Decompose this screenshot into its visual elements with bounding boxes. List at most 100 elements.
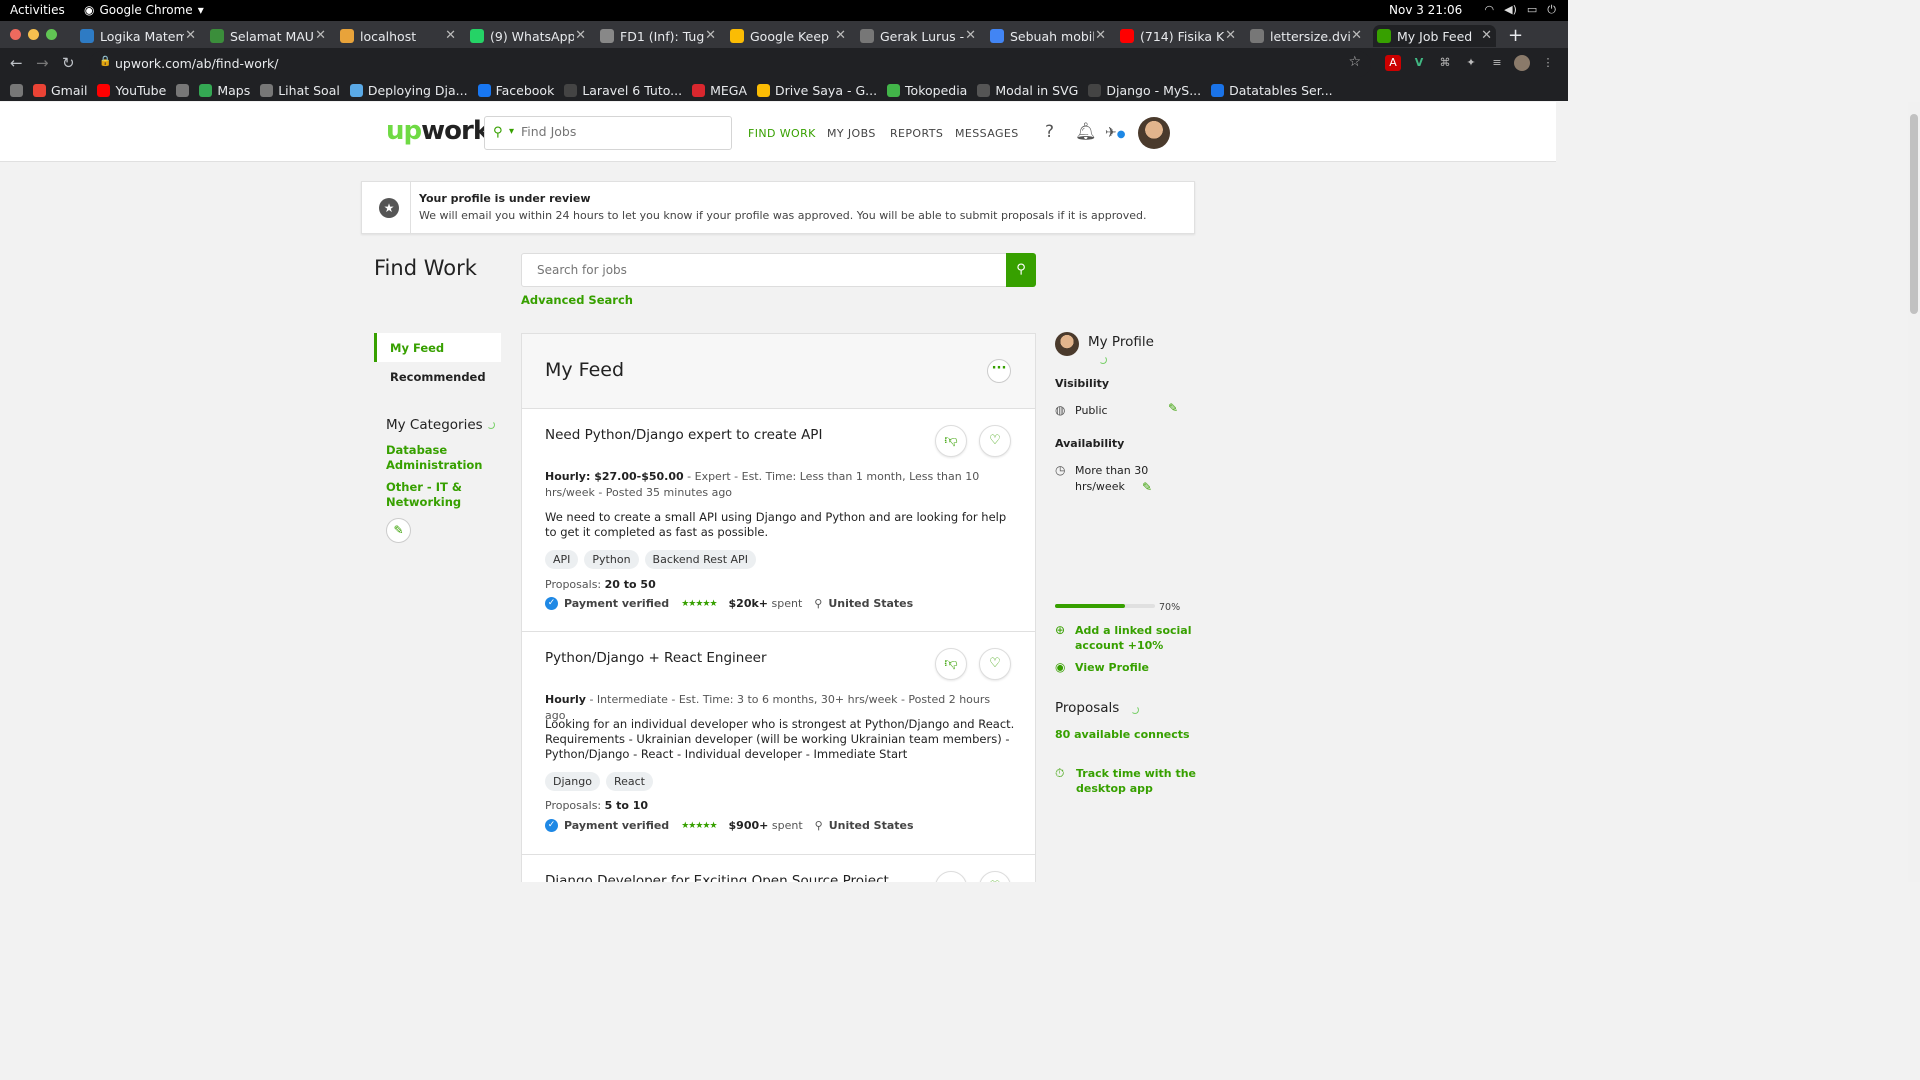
nav-recommended[interactable]: Recommended xyxy=(374,362,501,391)
edit-availability-pencil-icon[interactable]: ✎ xyxy=(1142,480,1152,494)
job-title[interactable]: Python/Django + React Engineer xyxy=(545,650,767,666)
bookmark-item[interactable]: Laravel 6 Tuto... xyxy=(564,83,682,98)
job-card[interactable]: Python/Django + React Engineer 👎︎ ♡ Hour… xyxy=(522,632,1035,855)
bookmark-item[interactable]: Django - MyS... xyxy=(1088,83,1201,98)
edit-categories-button[interactable]: ✎ xyxy=(386,518,411,543)
browser-tab[interactable]: Logika Matem ✕ xyxy=(76,25,200,47)
advanced-search-link[interactable]: Advanced Search xyxy=(521,293,633,307)
close-tab-icon[interactable]: ✕ xyxy=(1481,28,1492,43)
browser-tab[interactable]: localhost ✕ xyxy=(336,25,460,47)
close-tab-icon[interactable]: ✕ xyxy=(705,28,716,43)
browser-tab[interactable]: Selamat MAUL ✕ xyxy=(206,25,330,47)
upwork-logo[interactable]: upwork xyxy=(386,116,490,146)
bookmark-item[interactable]: Deploying Dja... xyxy=(349,83,468,98)
puzzle-icon[interactable]: ✦ xyxy=(1463,55,1479,71)
close-tab-icon[interactable]: ✕ xyxy=(575,28,586,43)
reload-button[interactable]: ↻ xyxy=(62,54,75,72)
help-icon[interactable]: ? xyxy=(1045,122,1054,142)
close-tab-icon[interactable]: ✕ xyxy=(965,28,976,43)
nav-messages[interactable]: MESSAGES xyxy=(955,127,1019,140)
chrome-menu-icon[interactable]: ⋮ xyxy=(1540,55,1556,71)
browser-tab[interactable]: Google Keep ✕ xyxy=(726,25,850,47)
forward-button[interactable]: → xyxy=(36,54,49,72)
close-tab-icon[interactable]: ✕ xyxy=(315,28,326,43)
nav-reports[interactable]: REPORTS xyxy=(890,127,943,140)
nav-my-feed[interactable]: My Feed xyxy=(374,333,501,362)
job-title[interactable]: Django Developer for Exciting Open Sourc… xyxy=(545,873,889,882)
vue-devtools-icon[interactable]: V xyxy=(1411,55,1427,71)
new-tab-button[interactable]: + xyxy=(1508,25,1523,46)
browser-tab[interactable]: lettersize.dvi ✕ xyxy=(1246,25,1366,47)
more-options-button[interactable]: ··· xyxy=(987,359,1011,383)
bookmark-item[interactable]: Modal in SVG xyxy=(977,83,1078,98)
bookmark-item[interactable]: Lihat Soal xyxy=(260,83,340,98)
dislike-button[interactable]: 👎︎ xyxy=(935,425,967,457)
clock[interactable]: Nov 3 21:06 xyxy=(1389,3,1462,17)
browser-tab[interactable]: (714) Fisika Ke ✕ xyxy=(1116,25,1240,47)
find-jobs-input[interactable] xyxy=(521,124,721,139)
add-social-account-link[interactable]: Add a linked social account +10% xyxy=(1075,623,1195,653)
skill-tag[interactable]: API xyxy=(545,550,579,569)
browser-tab[interactable]: FD1 (Inf): Tuga ✕ xyxy=(596,25,720,47)
save-job-button[interactable]: ♡ xyxy=(979,425,1011,457)
close-tab-icon[interactable]: ✕ xyxy=(1225,28,1236,43)
bookmark-star-icon[interactable]: ☆ xyxy=(1348,54,1361,70)
bookmark-item[interactable]: Datatables Ser... xyxy=(1211,83,1333,98)
close-tab-icon[interactable]: ✕ xyxy=(1095,28,1106,43)
category-link[interactable]: Database Administration xyxy=(386,443,496,473)
close-tab-icon[interactable]: ✕ xyxy=(445,28,456,43)
bookmark-item[interactable]: Facebook xyxy=(477,83,554,98)
back-button[interactable]: ← xyxy=(10,54,23,72)
close-tab-icon[interactable]: ✕ xyxy=(835,28,846,43)
browser-tab[interactable]: My Job Feed ✕ xyxy=(1373,25,1496,47)
bookmark-item[interactable]: Drive Saya - G... xyxy=(757,83,877,98)
activities-button[interactable]: Activities xyxy=(10,3,65,17)
job-card[interactable]: Django Developer for Exciting Open Sourc… xyxy=(522,855,1035,882)
chevron-down-icon[interactable]: ▾ xyxy=(509,126,514,137)
search-button[interactable]: ⚲ xyxy=(1006,253,1036,287)
track-time-link[interactable]: Track time with the desktop app xyxy=(1076,766,1196,796)
bell-icon[interactable]: 🔔︎ xyxy=(1075,122,1097,142)
bookmark-item[interactable]: YouTube xyxy=(97,83,166,98)
bookmark-item[interactable] xyxy=(10,84,23,97)
browser-tab[interactable]: Sebuah mobil ✕ xyxy=(986,25,1110,47)
edit-visibility-pencil-icon[interactable]: ✎ xyxy=(1168,401,1178,415)
skill-tag[interactable]: Django xyxy=(545,772,600,791)
skill-tag[interactable]: Python xyxy=(584,550,639,569)
category-link[interactable]: Other - IT & Networking xyxy=(386,480,496,510)
profile-photo[interactable] xyxy=(1055,332,1079,356)
reading-list-icon[interactable]: ≡ xyxy=(1489,55,1505,71)
close-window-button[interactable] xyxy=(10,29,21,40)
view-profile-link[interactable]: View Profile xyxy=(1075,660,1149,675)
find-jobs-search[interactable]: ⚲ ▾ xyxy=(484,116,732,150)
dislike-button[interactable]: 👎︎ xyxy=(935,648,967,680)
page-scrollbar[interactable] xyxy=(1908,102,1920,882)
job-search-field[interactable] xyxy=(521,253,1007,287)
save-job-button[interactable]: ♡ xyxy=(979,648,1011,680)
save-job-button[interactable]: ♡ xyxy=(979,871,1011,882)
connects-link[interactable]: 80 available connects xyxy=(1055,727,1190,742)
bookmark-item[interactable]: Maps xyxy=(199,83,250,98)
close-tab-icon[interactable]: ✕ xyxy=(1351,28,1362,43)
browser-tab[interactable]: Gerak Lurus - ✕ xyxy=(856,25,980,47)
adblock-icon[interactable]: A xyxy=(1385,55,1401,71)
system-tray[interactable]: ◠ ◀) ▭ ⏻ xyxy=(1485,3,1556,17)
app-menu[interactable]: ◉ Google Chrome ▾ xyxy=(84,3,204,17)
address-bar[interactable]: 🔒 upwork.com/ab/find-work/ ☆ xyxy=(89,51,1371,77)
status-icon[interactable]: ✈︎● xyxy=(1105,125,1125,141)
job-card[interactable]: Need Python/Django expert to create API … xyxy=(522,409,1035,632)
skill-tag[interactable]: React xyxy=(605,772,653,791)
profile-avatar-icon[interactable] xyxy=(1514,55,1530,71)
bookmark-item[interactable]: MEGA xyxy=(692,83,747,98)
user-avatar[interactable] xyxy=(1138,117,1170,149)
maximize-window-button[interactable] xyxy=(46,29,57,40)
close-tab-icon[interactable]: ✕ xyxy=(185,28,196,43)
browser-tab[interactable]: (9) WhatsApp ✕ xyxy=(466,25,590,47)
dislike-button[interactable]: 👎︎ xyxy=(935,871,967,882)
nav-my-jobs[interactable]: MY JOBS xyxy=(827,127,876,140)
skill-tag[interactable]: Backend Rest API xyxy=(644,550,756,569)
profile-title[interactable]: My Profile xyxy=(1088,334,1154,350)
bookmark-item[interactable]: Tokopedia xyxy=(887,83,967,98)
bookmark-item[interactable]: Gmail xyxy=(33,83,87,98)
minimize-window-button[interactable] xyxy=(28,29,39,40)
